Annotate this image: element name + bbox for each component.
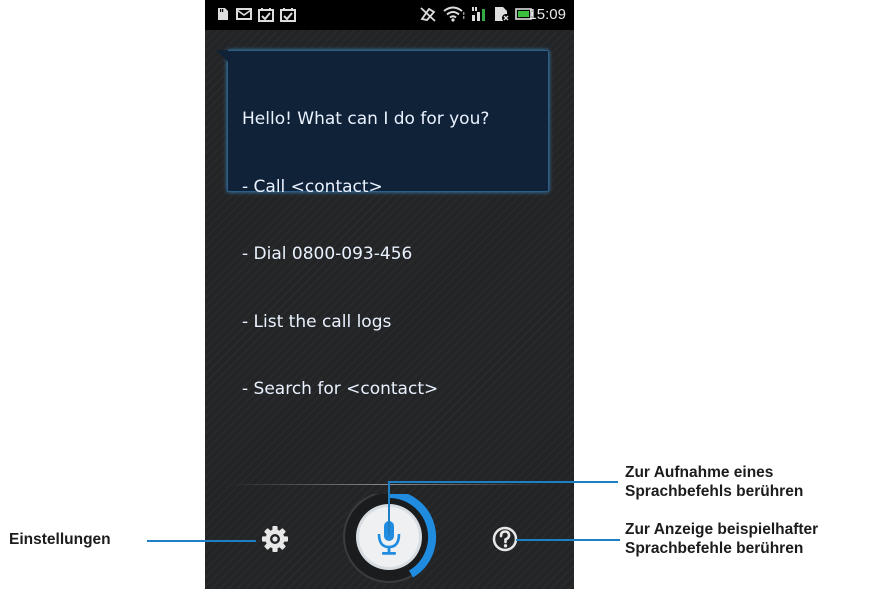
- help-callout-line2: Sprachbefehle berühren: [625, 540, 804, 557]
- suggestion-search: - Search for <contact>: [242, 379, 439, 399]
- status-bar: 15:09: [205, 0, 574, 30]
- record-callout-line2: Sprachbefehls berühren: [625, 483, 804, 500]
- suggestion-call-logs: - List the call logs: [242, 311, 392, 332]
- help-callout-line: [516, 539, 620, 541]
- record-callout-label: Zur Aufnahme eines Sprachbefehls berühre…: [625, 463, 803, 501]
- task-check-icon: [258, 6, 274, 22]
- suggestion-dial: - Dial 0800-093-456: [242, 244, 413, 264]
- signal-icon: [471, 6, 489, 22]
- wifi-icon: [443, 6, 465, 22]
- help-callout-line1: Zur Anzeige beispielhafter: [625, 521, 819, 538]
- record-callout-line-vertical: [388, 481, 390, 535]
- settings-callout-label: Einstellungen: [9, 531, 111, 548]
- sd-card-icon: [216, 6, 230, 22]
- gear-icon: [262, 526, 288, 552]
- record-callout-line-horizontal: [388, 481, 618, 483]
- record-callout-line1: Zur Aufnahme eines: [625, 464, 774, 481]
- task-check-icon: [280, 6, 296, 22]
- bubble-tail: [216, 50, 228, 62]
- help-callout-label: Zur Anzeige beispielhafter Sprachbefehle…: [625, 520, 818, 558]
- mail-icon: [236, 6, 252, 22]
- greeting-text: Hello! What can I do for you?: [242, 109, 490, 129]
- suggestion-call: - Call <contact>: [242, 176, 383, 197]
- clock: 15:09: [528, 6, 566, 23]
- settings-button[interactable]: [257, 521, 293, 557]
- assistant-message: Hello! What can I do for you? - Call <co…: [242, 63, 489, 446]
- sim-off-icon: [493, 6, 511, 22]
- assistant-speech-bubble: Hello! What can I do for you? - Call <co…: [216, 50, 549, 399]
- mute-icon: [419, 6, 437, 22]
- settings-callout-line: [147, 540, 256, 542]
